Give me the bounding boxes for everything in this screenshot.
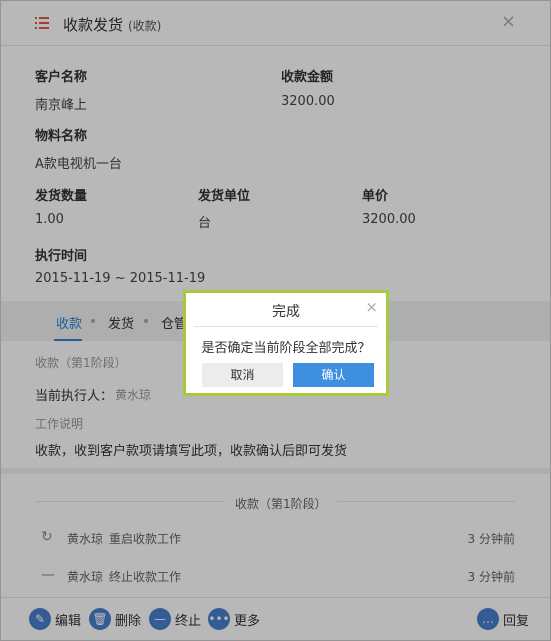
dialog-divider (194, 326, 378, 327)
dialog-title: 完成 (272, 304, 300, 320)
confirm-button[interactable]: 确认 (293, 363, 374, 387)
close-icon[interactable]: × (365, 298, 378, 316)
confirm-dialog: 完成 × 是否确定当前阶段全部完成？ 取消 确认 (183, 290, 389, 396)
dialog-message: 是否确定当前阶段全部完成？ (201, 341, 371, 356)
cancel-button[interactable]: 取消 (202, 363, 283, 387)
